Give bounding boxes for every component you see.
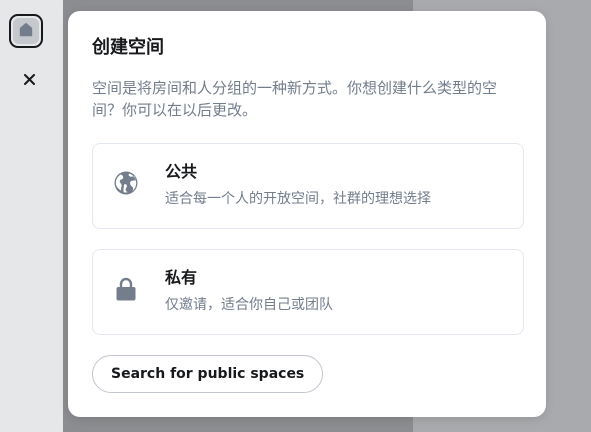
home-icon [19, 22, 33, 41]
dialog-title: 创建空间 [92, 37, 164, 58]
dialog-description: 空间是将房间和人分组的一种新方式。你想创建什么类型的空间？你可以在以后更改。 [92, 79, 498, 119]
public-option-subtitle: 适合每一个人的开放空间，社群的理想选择 [165, 191, 431, 207]
public-space-option[interactable]: 公共 适合每一个人的开放空间，社群的理想选择 [92, 143, 524, 229]
home-tile-inner [13, 18, 39, 44]
home-space-button[interactable] [9, 14, 43, 48]
public-option-title: 公共 [165, 162, 198, 181]
close-create-space-button[interactable] [18, 68, 40, 90]
private-option-title: 私有 [165, 268, 198, 287]
close-icon [23, 70, 35, 89]
space-panel [0, 0, 63, 432]
private-space-option[interactable]: 私有 仅邀请，适合你自己或团队 [92, 249, 524, 335]
create-space-dialog: 创建空间 空间是将房间和人分组的一种新方式。你想创建什么类型的空间？你可以在以后… [68, 11, 546, 417]
lock-icon [113, 275, 139, 303]
app-window: 创建空间 空间是将房间和人分组的一种新方式。你想创建什么类型的空间？你可以在以后… [0, 0, 591, 432]
globe-icon [113, 169, 139, 197]
private-option-subtitle: 仅邀请，适合你自己或团队 [165, 297, 333, 313]
search-public-spaces-button[interactable]: Search for public spaces [92, 355, 324, 393]
